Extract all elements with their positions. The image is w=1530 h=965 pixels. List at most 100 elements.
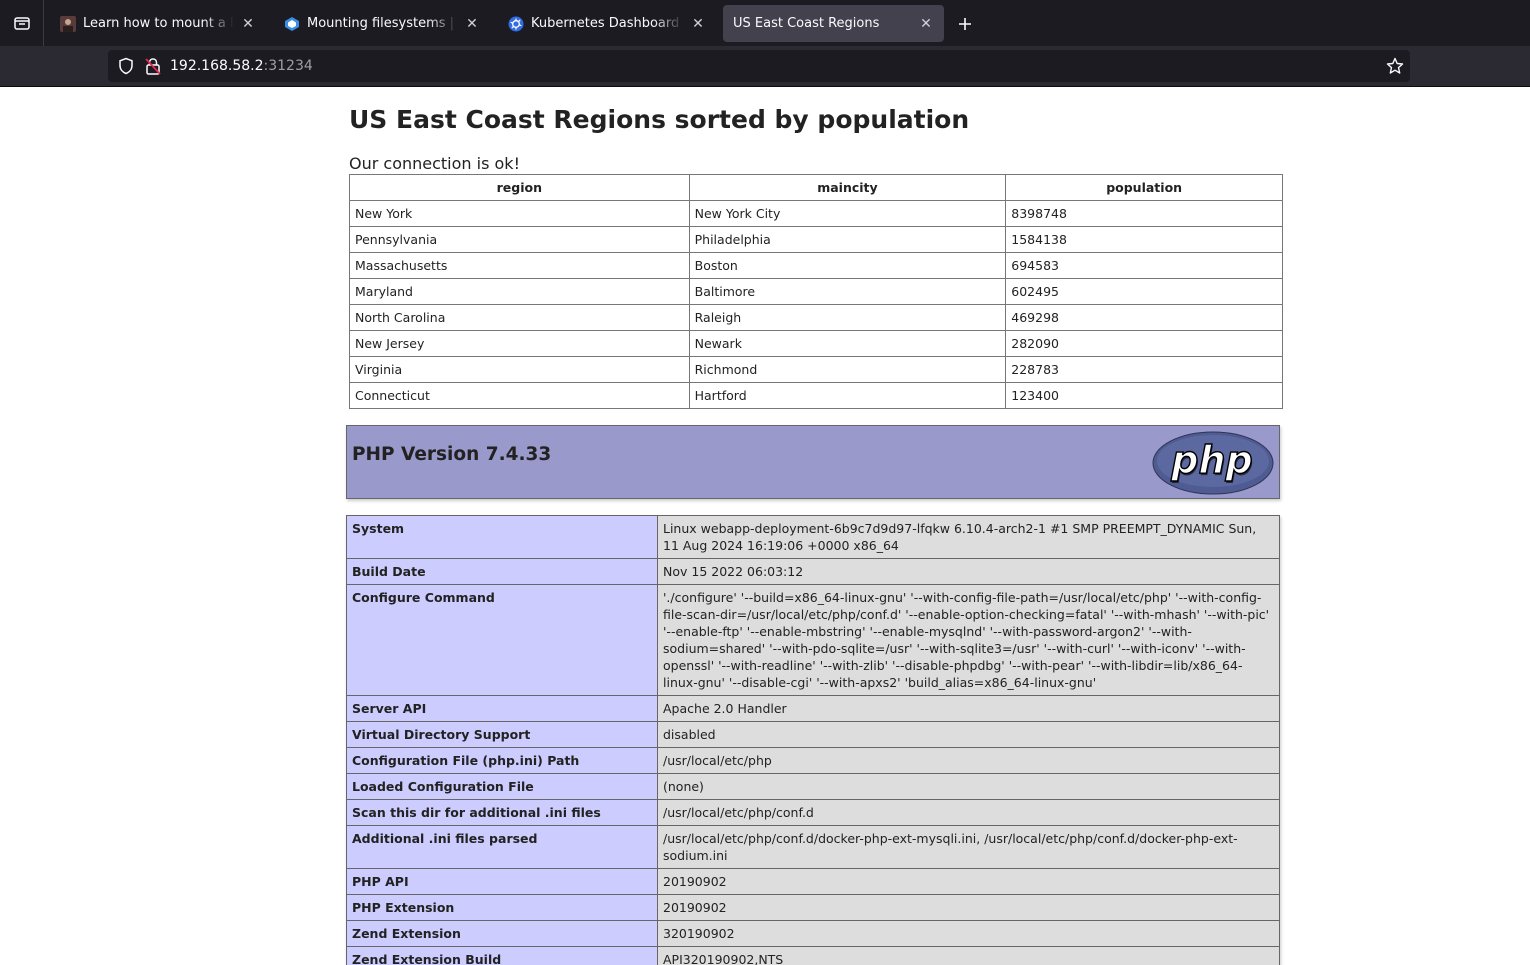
minikube-icon [284,16,300,32]
close-tab-icon[interactable]: ✕ [462,14,482,34]
region-cell: Maryland [349,278,690,305]
php-logo-text: php [1170,438,1252,482]
phpinfo-value: './configure' '--build=x86_64-linux-gnu'… [657,584,1280,696]
phpinfo-value: /usr/local/etc/php/conf.d [657,799,1280,826]
population-cell: 282090 [1005,330,1283,357]
phpinfo-row: Zend Extension 320190902 [346,920,1280,947]
phpinfo-value: /usr/local/etc/php/conf.d/docker-php-ext… [657,825,1280,869]
phpinfo-key: Loaded Configuration File [346,773,658,800]
maincity-cell: Philadelphia [688,226,1007,253]
phpinfo-value: 20190902 [657,894,1280,921]
maincity-cell: Newark [688,330,1007,357]
tab-us-east-coast-regions[interactable]: US East Coast Regions ✕ [723,5,944,42]
phpinfo-value: Nov 15 2022 06:03:12 [657,558,1280,585]
close-tab-icon[interactable]: ✕ [688,14,708,34]
column-header-region: region [349,174,690,201]
page-content: US East Coast Regions sorted by populati… [0,87,1530,965]
new-tab-button[interactable] [953,12,977,36]
phpinfo-table: System Linux webapp-deployment-6b9c7d9d97… [346,515,1280,965]
list-all-tabs-button[interactable] [0,0,44,46]
table-row: New York New York City 8398748 [349,200,1283,227]
maincity-cell: Baltimore [688,278,1007,305]
phpinfo-row: Zend Extension Build API320190902,NTS [346,946,1280,965]
phpinfo-row: Virtual Directory Support disabled [346,721,1280,748]
tab-title: Mounting filesystems | minikube [307,16,458,31]
tracking-protection-shield-icon[interactable] [117,57,135,75]
region-cell: Massachusetts [349,252,690,279]
table-header-row: region maincity population [349,174,1283,201]
table-row: New Jersey Newark 282090 [349,330,1283,357]
region-cell: North Carolina [349,304,690,331]
phpinfo-row: Scan this dir for additional .ini files /… [346,799,1280,826]
maincity-cell: Boston [688,252,1007,279]
table-row: Virginia Richmond 228783 [349,356,1283,383]
phpinfo-key: Configure Command [346,584,658,696]
phpinfo-row: Build Date Nov 15 2022 06:03:12 [346,558,1280,585]
tab-title: Learn how to mount a local directory [83,16,234,31]
maincity-cell: Raleigh [688,304,1007,331]
table-row: Massachusetts Boston 694583 [349,252,1283,279]
regions-table: region maincity population New York New Y… [349,174,1283,409]
population-cell: 8398748 [1005,200,1283,227]
maincity-cell: New York City [688,200,1007,227]
close-tab-icon[interactable]: ✕ [238,14,258,34]
phpinfo-key: Additional .ini files parsed [346,825,658,869]
phpinfo-value: 20190902 [657,868,1280,895]
phpinfo-key: Configuration File (php.ini) Path [346,747,658,774]
phpinfo-key: System [346,515,658,559]
phpinfo-key: Zend Extension Build [346,946,658,965]
population-cell: 1584138 [1005,226,1283,253]
tab-list-icon [13,17,30,30]
phpinfo-key: Zend Extension [346,920,658,947]
region-cell: Pennsylvania [349,226,690,253]
url-bar[interactable]: 192.168.58.2:31234 [108,50,1410,82]
population-cell: 123400 [1005,382,1283,409]
url-text[interactable]: 192.168.58.2:31234 [170,50,313,82]
insecure-lock-icon[interactable] [145,57,161,75]
url-host: 192.168.58.2 [170,58,264,74]
url-port: :31234 [263,58,313,74]
tab-mounting-filesystems[interactable]: Mounting filesystems | minikube ✕ [274,5,490,42]
phpinfo-value: 320190902 [657,920,1280,947]
region-cell: New Jersey [349,330,690,357]
table-row: Pennsylvania Philadelphia 1584138 [349,226,1283,253]
close-tab-icon[interactable]: ✕ [916,14,936,34]
php-logo-icon: php php [1152,431,1274,495]
phpinfo-key: Build Date [346,558,658,585]
phpinfo-row: PHP Extension 20190902 [346,894,1280,921]
table-row: Maryland Baltimore 602495 [349,278,1283,305]
navigation-toolbar: 192.168.58.2:31234 [0,46,1530,87]
population-cell: 228783 [1005,356,1283,383]
bookmark-star-icon[interactable] [1386,57,1404,75]
phpinfo-row: Loaded Configuration File (none) [346,773,1280,800]
phpinfo-key: Scan this dir for additional .ini files [346,799,658,826]
php-version-title: PHP Version 7.4.33 [352,444,552,465]
phpinfo-row: Configure Command './configure' '--build=… [346,584,1280,696]
tab-title: US East Coast Regions [733,16,880,31]
maincity-cell: Hartford [688,382,1007,409]
connection-status-text: Our connection is ok! [349,154,520,173]
region-cell: New York [349,200,690,227]
phpinfo-value: /usr/local/etc/php [657,747,1280,774]
population-cell: 602495 [1005,278,1283,305]
region-cell: Virginia [349,356,690,383]
region-cell: Connecticut [349,382,690,409]
phpinfo-value: disabled [657,721,1280,748]
phpinfo-value: Apache 2.0 Handler [657,695,1280,722]
phpinfo-row: Configuration File (php.ini) Path/usr/lo… [346,747,1280,774]
table-row: Connecticut Hartford 123400 [349,382,1283,409]
phpinfo-value: (none) [657,773,1280,800]
video-thumbnail-icon [60,15,76,32]
phpinfo-row: PHP API 20190902 [346,868,1280,895]
tab-learn-mount[interactable]: Learn how to mount a local directory ✕ [50,5,266,42]
column-header-population: population [1005,174,1283,201]
tab-title: Kubernetes Dashboard [531,16,680,31]
population-cell: 694583 [1005,252,1283,279]
phpinfo-row: Server API Apache 2.0 Handler [346,695,1280,722]
phpinfo-key: PHP API [346,868,658,895]
kubernetes-icon [508,16,524,32]
phpinfo-key: PHP Extension [346,894,658,921]
php-version-banner: PHP Version 7.4.33 php php [346,425,1280,499]
tab-kubernetes-dashboard[interactable]: Kubernetes Dashboard ✕ [498,5,716,42]
phpinfo-value: Linux webapp-deployment-6b9c7d9d97-lfqkw… [657,515,1280,559]
